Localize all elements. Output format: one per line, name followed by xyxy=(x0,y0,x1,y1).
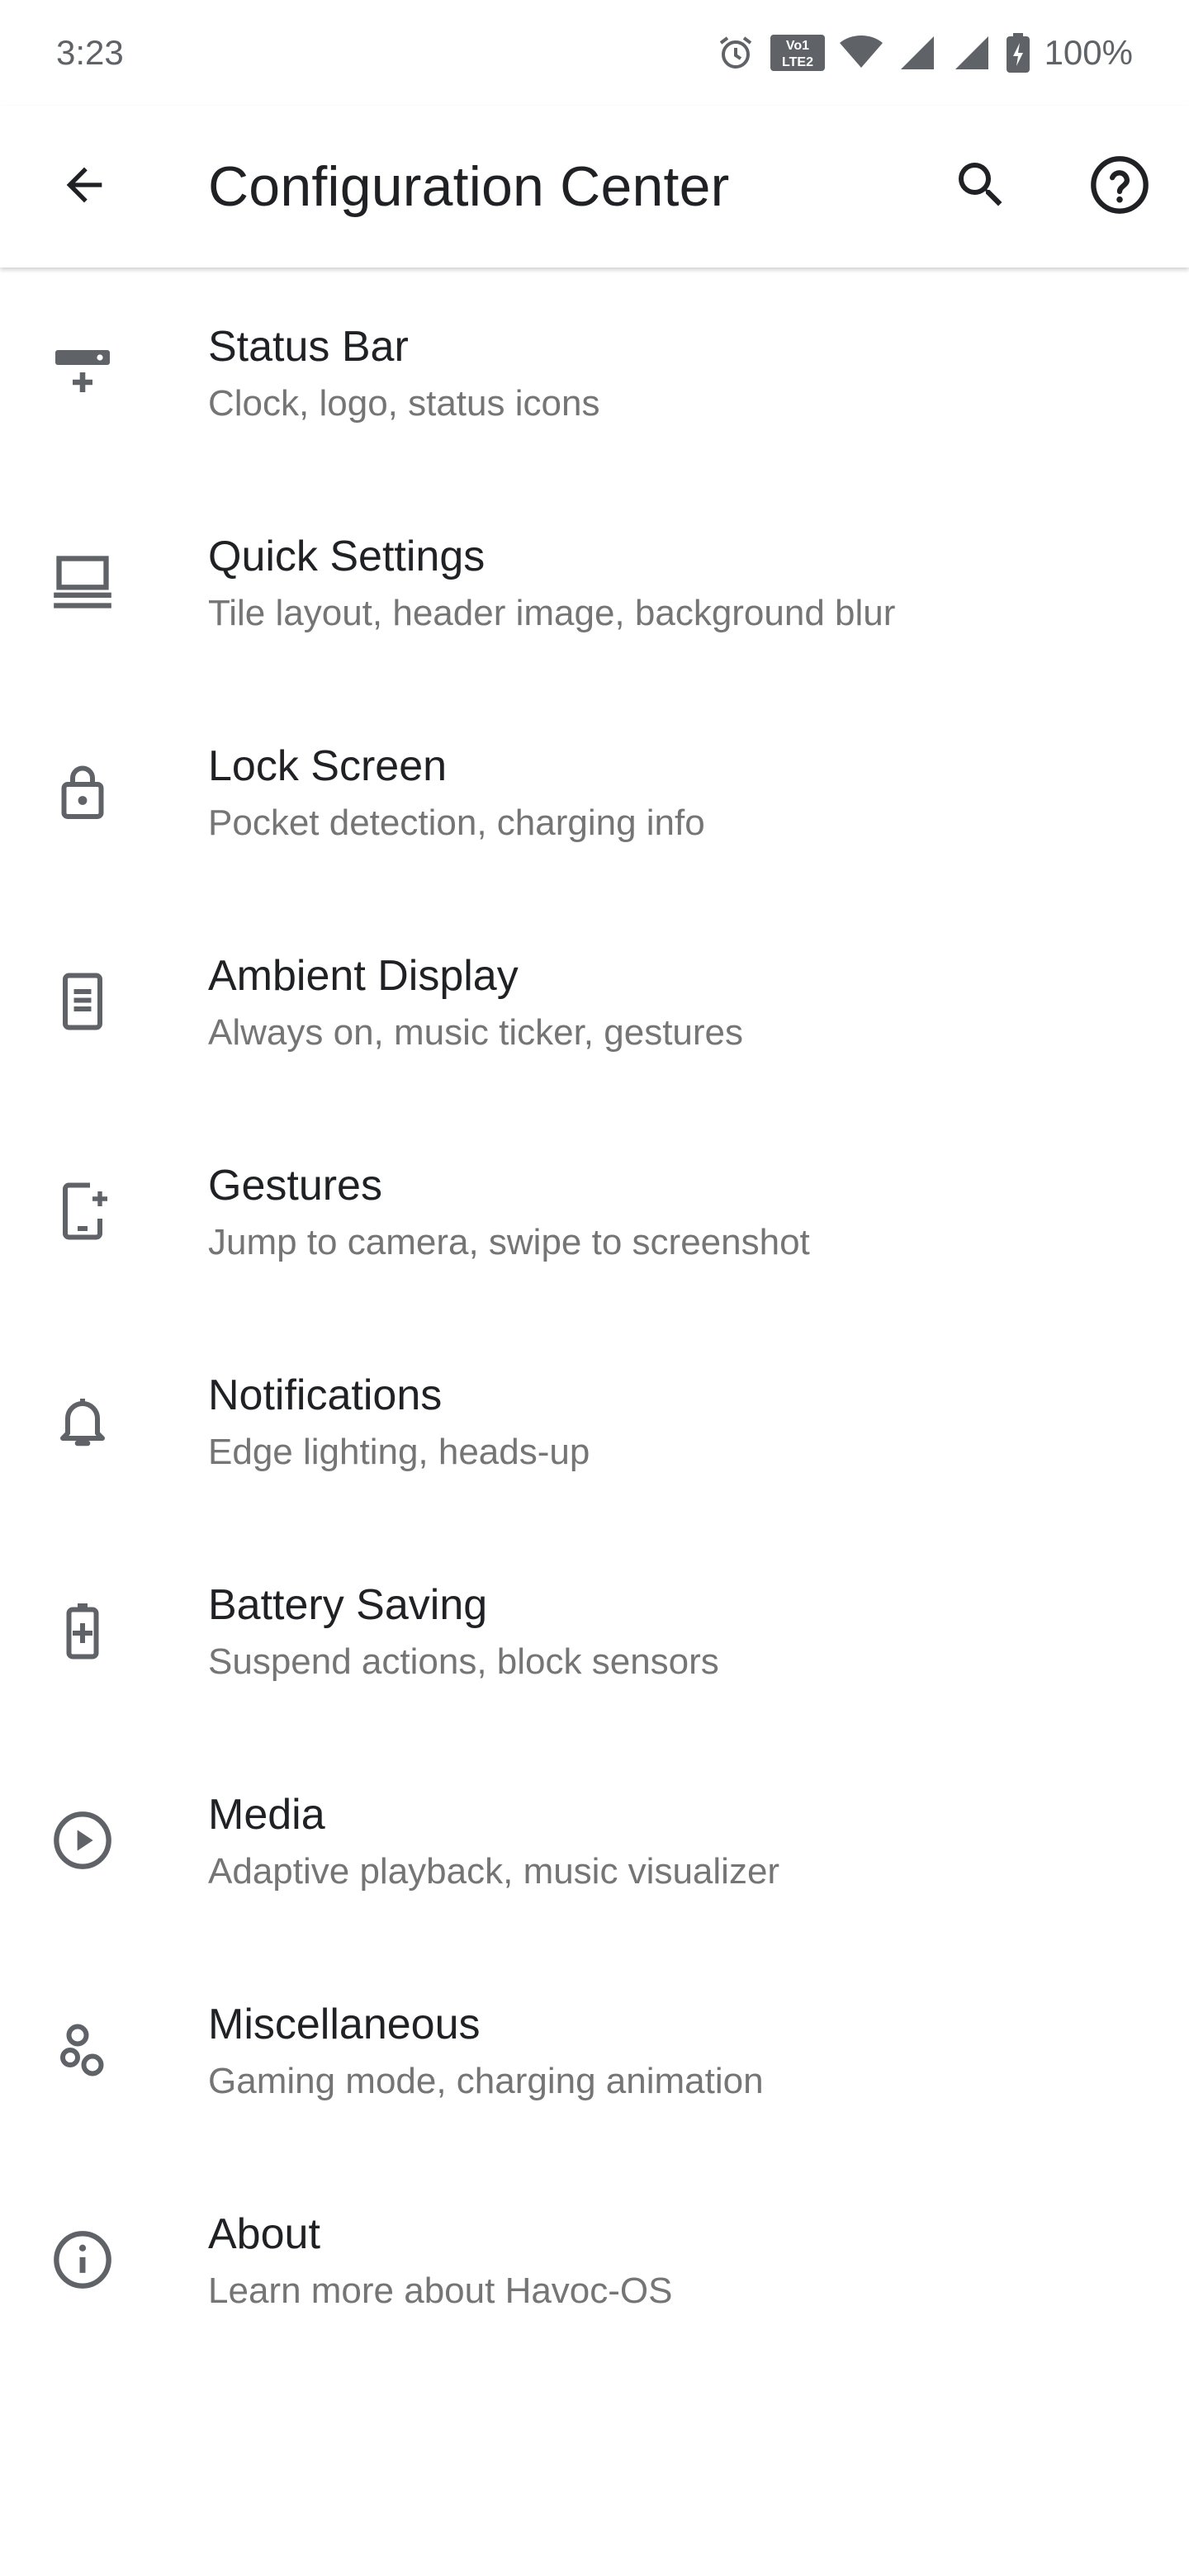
ambient-display-icon xyxy=(43,962,122,1041)
item-title: Miscellaneous xyxy=(208,2001,481,2048)
info-icon xyxy=(43,2220,122,2299)
item-summary: Jump to camera, swipe to screenshot xyxy=(208,1222,810,1262)
search-button[interactable] xyxy=(941,147,1021,226)
bubbles-icon xyxy=(43,2010,122,2090)
list-item-ambient-display[interactable]: Ambient Display Always on, music ticker,… xyxy=(0,897,1189,1106)
volte-icon: Vo1 LTE2 xyxy=(770,33,825,73)
list-item-gestures[interactable]: Gestures Jump to camera, swipe to screen… xyxy=(0,1106,1189,1316)
svg-text:Vo1: Vo1 xyxy=(786,39,809,53)
status-time: 3:23 xyxy=(56,33,124,72)
list-item-quick-settings[interactable]: Quick Settings Tile layout, header image… xyxy=(0,477,1189,687)
item-summary: Gaming mode, charging animation xyxy=(208,2061,764,2101)
settings-list: Status Bar Clock, logo, status icons Qui… xyxy=(0,268,1189,2365)
page-title: Configuration Center xyxy=(208,155,730,218)
help-icon xyxy=(1088,154,1151,220)
status-icons: Vo1 LTE2 100% xyxy=(716,33,1133,73)
item-summary: Pocket detection, charging info xyxy=(208,803,705,843)
item-summary: Adaptive playback, music visualizer xyxy=(208,1851,780,1892)
signal-icon xyxy=(952,33,992,73)
quick-settings-icon xyxy=(43,542,122,622)
back-button[interactable] xyxy=(45,147,124,226)
item-summary: Suspend actions, block sensors xyxy=(208,1641,719,1682)
list-item-miscellaneous[interactable]: Miscellaneous Gaming mode, charging anim… xyxy=(0,1945,1189,2155)
status-bar-icon xyxy=(43,333,122,412)
battery-plus-icon xyxy=(43,1591,122,1670)
signal-icon xyxy=(898,33,937,73)
item-title: Ambient Display xyxy=(208,952,519,1000)
bell-icon xyxy=(43,1381,122,1461)
svg-text:LTE2: LTE2 xyxy=(782,55,813,69)
list-item-notifications[interactable]: Notifications Edge lighting, heads-up xyxy=(0,1316,1189,1526)
list-item-battery-saving[interactable]: Battery Saving Suspend actions, block se… xyxy=(0,1526,1189,1735)
item-title: Status Bar xyxy=(208,323,409,371)
item-summary: Edge lighting, heads-up xyxy=(208,1432,590,1472)
battery-charging-icon xyxy=(1006,33,1030,73)
lock-icon xyxy=(43,752,122,831)
item-title: Lock Screen xyxy=(208,742,448,790)
item-summary: Always on, music ticker, gestures xyxy=(208,1012,744,1053)
search-icon xyxy=(951,155,1011,219)
list-item-media[interactable]: Media Adaptive playback, music visualize… xyxy=(0,1735,1189,1945)
item-summary: Tile layout, header image, background bl… xyxy=(208,593,896,633)
help-button[interactable] xyxy=(1080,147,1159,226)
list-item-status-bar[interactable]: Status Bar Clock, logo, status icons xyxy=(0,268,1189,477)
alarm-icon xyxy=(716,33,756,73)
gestures-icon xyxy=(43,1172,122,1251)
item-title: Battery Saving xyxy=(208,1581,488,1629)
item-title: Gestures xyxy=(208,1162,382,1210)
play-circle-icon xyxy=(43,1801,122,1880)
item-title: Media xyxy=(208,1791,325,1839)
item-title: Notifications xyxy=(208,1371,443,1419)
item-summary: Learn more about Havoc-OS xyxy=(208,2271,673,2311)
battery-percent: 100% xyxy=(1044,33,1133,72)
item-title: About xyxy=(208,2210,320,2258)
wifi-icon xyxy=(839,33,883,73)
list-item-lock-screen[interactable]: Lock Screen Pocket detection, charging i… xyxy=(0,687,1189,897)
back-arrow-icon xyxy=(58,159,111,215)
list-item-about[interactable]: About Learn more about Havoc-OS xyxy=(0,2155,1189,2365)
app-bar: Configuration Center xyxy=(0,106,1189,268)
item-summary: Clock, logo, status icons xyxy=(208,383,600,424)
status-bar: 3:23 Vo1 LTE2 100% xyxy=(0,0,1189,106)
item-title: Quick Settings xyxy=(208,533,486,580)
